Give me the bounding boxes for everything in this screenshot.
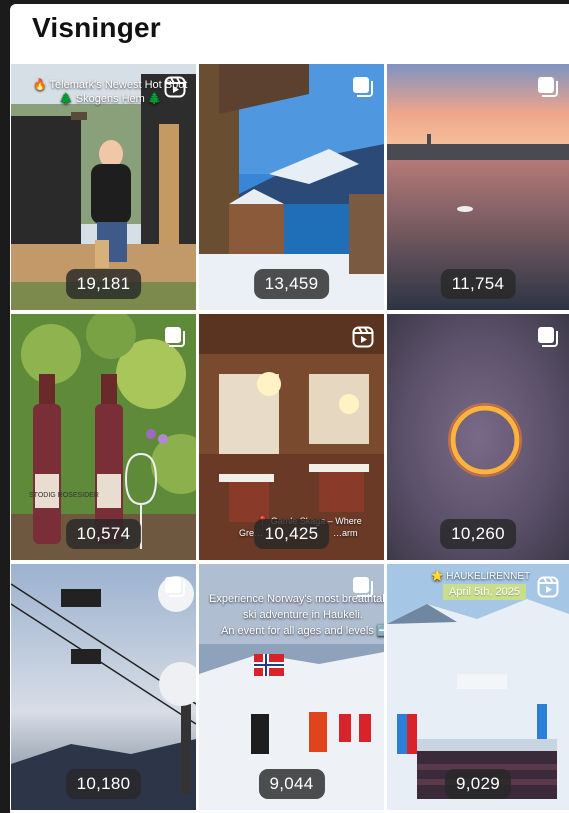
- carousel-icon: [537, 76, 559, 98]
- post-tile-9[interactable]: 🌟 HAUKELIRENNET April 5th, 2025 9,029: [387, 564, 569, 810]
- post-caption: ski adventure in Haukeli.: [243, 609, 363, 621]
- post-tile-2[interactable]: 13,459: [199, 64, 384, 310]
- view-count-badge: 10,260: [440, 519, 516, 549]
- view-count-badge: 19,181: [65, 269, 142, 299]
- reel-icon: [164, 76, 186, 98]
- view-count-badge: 11,754: [440, 269, 516, 299]
- view-count-badge: 9,044: [258, 769, 325, 799]
- post-caption: …arm: [333, 528, 358, 538]
- view-count-badge: 10,425: [253, 519, 330, 549]
- post-tile-3[interactable]: 11,754: [387, 64, 569, 310]
- post-tile-8[interactable]: Experience Norway's most breathtaking sk…: [199, 564, 384, 810]
- views-grid: 🔥 Telemark's Newest Hot Spot 🌲 Skogens H…: [11, 64, 569, 812]
- view-count-badge: 9,029: [444, 769, 512, 799]
- date-chip: April 5th, 2025: [443, 584, 526, 600]
- post-caption: An event for all ages and levels ➡️: [221, 625, 384, 637]
- reel-icon: [352, 326, 374, 348]
- post-tile-1[interactable]: 🔥 Telemark's Newest Hot Spot 🌲 Skogens H…: [11, 64, 196, 310]
- post-tile-5[interactable]: 📍 Gamle Skaga – Where Gre… …arm 10,425: [199, 314, 384, 560]
- post-tile-6[interactable]: 10,260: [387, 314, 569, 560]
- carousel-icon: [164, 326, 186, 348]
- page-title: Visninger: [32, 12, 161, 43]
- post-caption: 🌲 Skogens Hem 🌲: [59, 93, 162, 105]
- view-count-badge: 10,180: [65, 769, 142, 799]
- post-tile-7[interactable]: 10,180: [11, 564, 196, 810]
- view-count-badge: 13,459: [253, 269, 330, 299]
- carousel-icon: [352, 76, 374, 98]
- view-count-badge: 10,574: [65, 519, 142, 549]
- bottle-label: STODIG ROSESIDER: [29, 492, 99, 499]
- post-caption: 🌟 HAUKELIRENNET: [431, 571, 531, 582]
- reel-icon: [537, 576, 559, 598]
- carousel-icon: [352, 576, 374, 598]
- carousel-icon: [537, 326, 559, 348]
- carousel-icon: [164, 576, 186, 598]
- post-tile-4[interactable]: STODIG ROSESIDER 10,574: [11, 314, 196, 560]
